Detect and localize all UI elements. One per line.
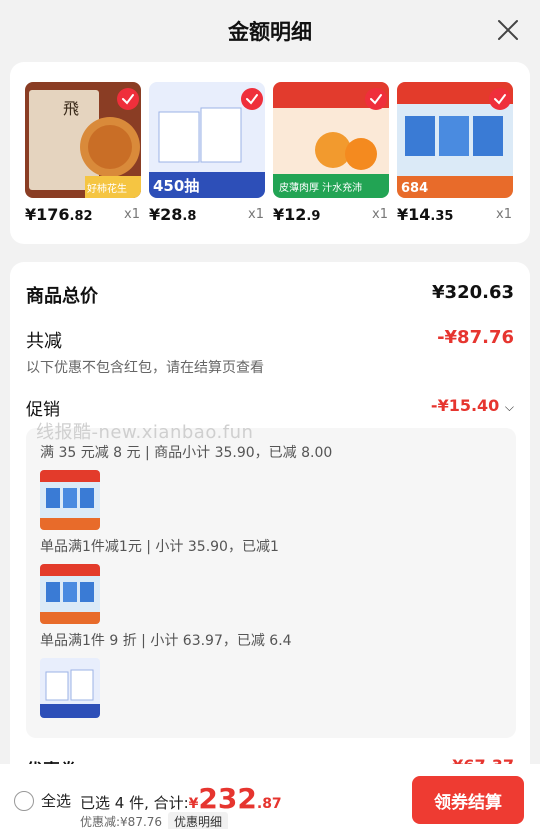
product-price: ¥176.82	[25, 205, 93, 224]
promotion-product-image	[40, 658, 100, 718]
promotion-label: 促销	[26, 400, 60, 420]
product-item[interactable]: 684 ¥14.35 x1	[397, 82, 517, 232]
checkout-bar: 全选 已选 4 件, 合计:¥232.87 优惠减:¥87.76 优惠明细 领券结…	[0, 764, 540, 829]
amount-detail-card: 商品总价 ¥320.63 共减 -¥87.76 以下优惠不包含红包，请在结算页查…	[10, 262, 530, 829]
promotion-product-image	[40, 470, 100, 530]
discount-value: -¥87.76	[437, 327, 514, 348]
promotion-details: 满 35 元减 8 元 | 商品小计 35.90，已减 8.00 单品满1件减1…	[26, 428, 516, 738]
watermark: 线报酷-new.xianbao.fun	[36, 422, 254, 443]
svg-text:450抽: 450抽	[153, 177, 199, 195]
product-price: ¥14.35	[397, 205, 454, 224]
selected-check-icon	[117, 88, 139, 110]
modal-header: 金额明细	[0, 0, 540, 62]
product-item[interactable]: 皮薄肉厚 汁水充沛 ¥12.9 x1	[273, 82, 393, 232]
svg-text:飛: 飛	[63, 99, 79, 118]
product-price: ¥28.8	[149, 205, 197, 224]
svg-text:684: 684	[401, 181, 428, 196]
product-qty: x1	[496, 207, 512, 222]
product-price: ¥12.9	[273, 205, 321, 224]
discount-label: 共减	[26, 331, 62, 352]
promotion-rule: 单品满1件 9 折 | 小计 63.97，已减 6.4	[40, 633, 292, 649]
page-title: 金额明细	[228, 20, 312, 44]
promotion-rule: 单品满1件减1元 | 小计 35.90，已减1	[40, 539, 279, 555]
product-item[interactable]: 450抽 ¥28.8 x1	[149, 82, 269, 232]
svg-text:皮薄肉厚 汁水充沛: 皮薄肉厚 汁水充沛	[279, 181, 362, 194]
select-all-radio[interactable]	[14, 790, 34, 811]
goods-total-label: 商品总价	[26, 286, 98, 307]
discount-detail-link[interactable]: 优惠明细	[168, 812, 229, 829]
product-qty: x1	[124, 207, 140, 222]
select-all[interactable]: 全选	[14, 790, 71, 811]
product-item[interactable]: 飛 好柿花生 ¥176.82 x1	[25, 82, 145, 232]
selected-check-icon	[241, 88, 263, 110]
product-qty: x1	[248, 207, 264, 222]
discount-note: 以下优惠不包含红包，请在结算页查看	[26, 360, 264, 376]
chevron-down-icon: ⌵	[504, 400, 514, 414]
selected-summary: 已选 4 件, 合计:¥232.87	[80, 782, 282, 815]
selected-check-icon	[365, 88, 387, 110]
close-icon[interactable]	[496, 18, 520, 42]
product-qty: x1	[372, 207, 388, 222]
promotion-rule: 满 35 元减 8 元 | 商品小计 35.90，已减 8.00	[40, 445, 333, 461]
promotion-toggle[interactable]: -¥15.40 ⌵	[431, 396, 514, 415]
selected-check-icon	[489, 88, 511, 110]
product-list: 飛 好柿花生 ¥176.82 x1 450抽 ¥28.8 x1 皮薄肉厚 汁水充…	[10, 62, 530, 244]
checkout-button[interactable]: 领券结算	[412, 776, 524, 824]
svg-text:好柿花生: 好柿花生	[87, 182, 127, 195]
total-amount: ¥232.87	[188, 782, 282, 815]
promotion-product-image	[40, 564, 100, 624]
select-all-label: 全选	[41, 792, 72, 810]
discount-summary: 优惠减:¥87.76 优惠明细	[80, 812, 229, 829]
goods-total-value: ¥320.63	[432, 282, 514, 303]
